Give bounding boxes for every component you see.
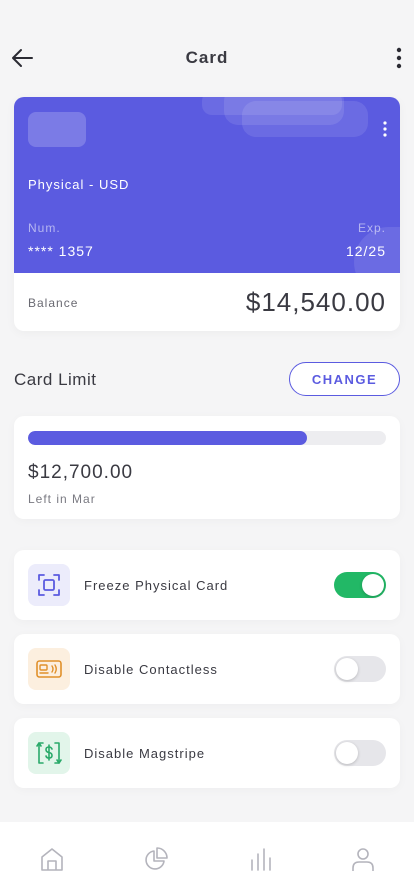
card-panel: Physical - USD Num. **** 1357 Exp. 12/25…	[14, 97, 400, 331]
header: Card	[0, 0, 414, 100]
card-expiry-label: Exp.	[357, 221, 386, 235]
limit-amount: $12,700.00	[28, 462, 134, 483]
card-number: **** 1357	[28, 243, 94, 259]
setting-row-freeze-card[interactable]: Freeze Physical Card	[14, 550, 400, 620]
balance-label: Balance	[28, 296, 79, 310]
pie-chart-icon	[145, 847, 168, 870]
toggle-knob	[362, 574, 384, 596]
page-title: Card	[185, 48, 229, 67]
contactless-card-icon	[36, 660, 62, 678]
limit-progress-fill	[28, 431, 308, 445]
balance-value: $14,540.00	[245, 287, 386, 317]
more-options-button[interactable]	[394, 46, 404, 70]
setting-label: Disable Magstripe	[84, 746, 206, 761]
profile-icon	[352, 848, 374, 871]
card-type-label: Physical - USD	[28, 177, 130, 192]
card-limit-title: Card Limit	[14, 370, 97, 389]
card-limit-panel: $12,700.00 Left in Mar	[14, 416, 400, 519]
limit-progress-bar	[28, 431, 386, 445]
contactless-toggle[interactable]	[334, 656, 386, 682]
setting-label: Freeze Physical Card	[84, 578, 229, 593]
card-expiry: 12/25	[345, 243, 386, 259]
card-number-label: Num.	[28, 221, 61, 235]
card-decoration	[242, 101, 368, 137]
card-face[interactable]: Physical - USD Num. **** 1357 Exp. 12/25	[14, 97, 400, 273]
more-vertical-icon	[396, 47, 402, 69]
nav-analytics[interactable]	[141, 844, 171, 874]
setting-label: Disable Contactless	[84, 662, 218, 677]
bottom-nav	[0, 822, 414, 896]
magstripe-toggle[interactable]	[334, 740, 386, 766]
toggle-knob	[336, 658, 358, 680]
contactless-icon-box	[28, 648, 70, 690]
magstripe-icon-box	[28, 732, 70, 774]
nav-stats[interactable]	[245, 844, 275, 874]
card-more-button[interactable]	[382, 120, 388, 138]
toggle-knob	[336, 742, 358, 764]
more-vertical-icon	[383, 121, 387, 137]
card-chip	[28, 112, 86, 147]
freeze-icon-box	[28, 564, 70, 606]
freeze-icon	[38, 574, 60, 596]
nav-profile[interactable]	[348, 844, 378, 874]
home-icon	[41, 848, 63, 871]
change-limit-button[interactable]: CHANGE	[289, 362, 400, 396]
setting-row-contactless[interactable]: Disable Contactless	[14, 634, 400, 704]
bar-chart-icon	[251, 848, 271, 871]
freeze-card-toggle[interactable]	[334, 572, 386, 598]
card-detail-screen: Card Physical - USD Num. **** 1357 Exp. …	[0, 0, 414, 896]
setting-row-magstripe[interactable]: Disable Magstripe	[14, 718, 400, 788]
nav-home[interactable]	[37, 844, 67, 874]
limit-subtitle: Left in Mar	[28, 492, 96, 506]
magstripe-dollar-icon	[36, 742, 62, 764]
